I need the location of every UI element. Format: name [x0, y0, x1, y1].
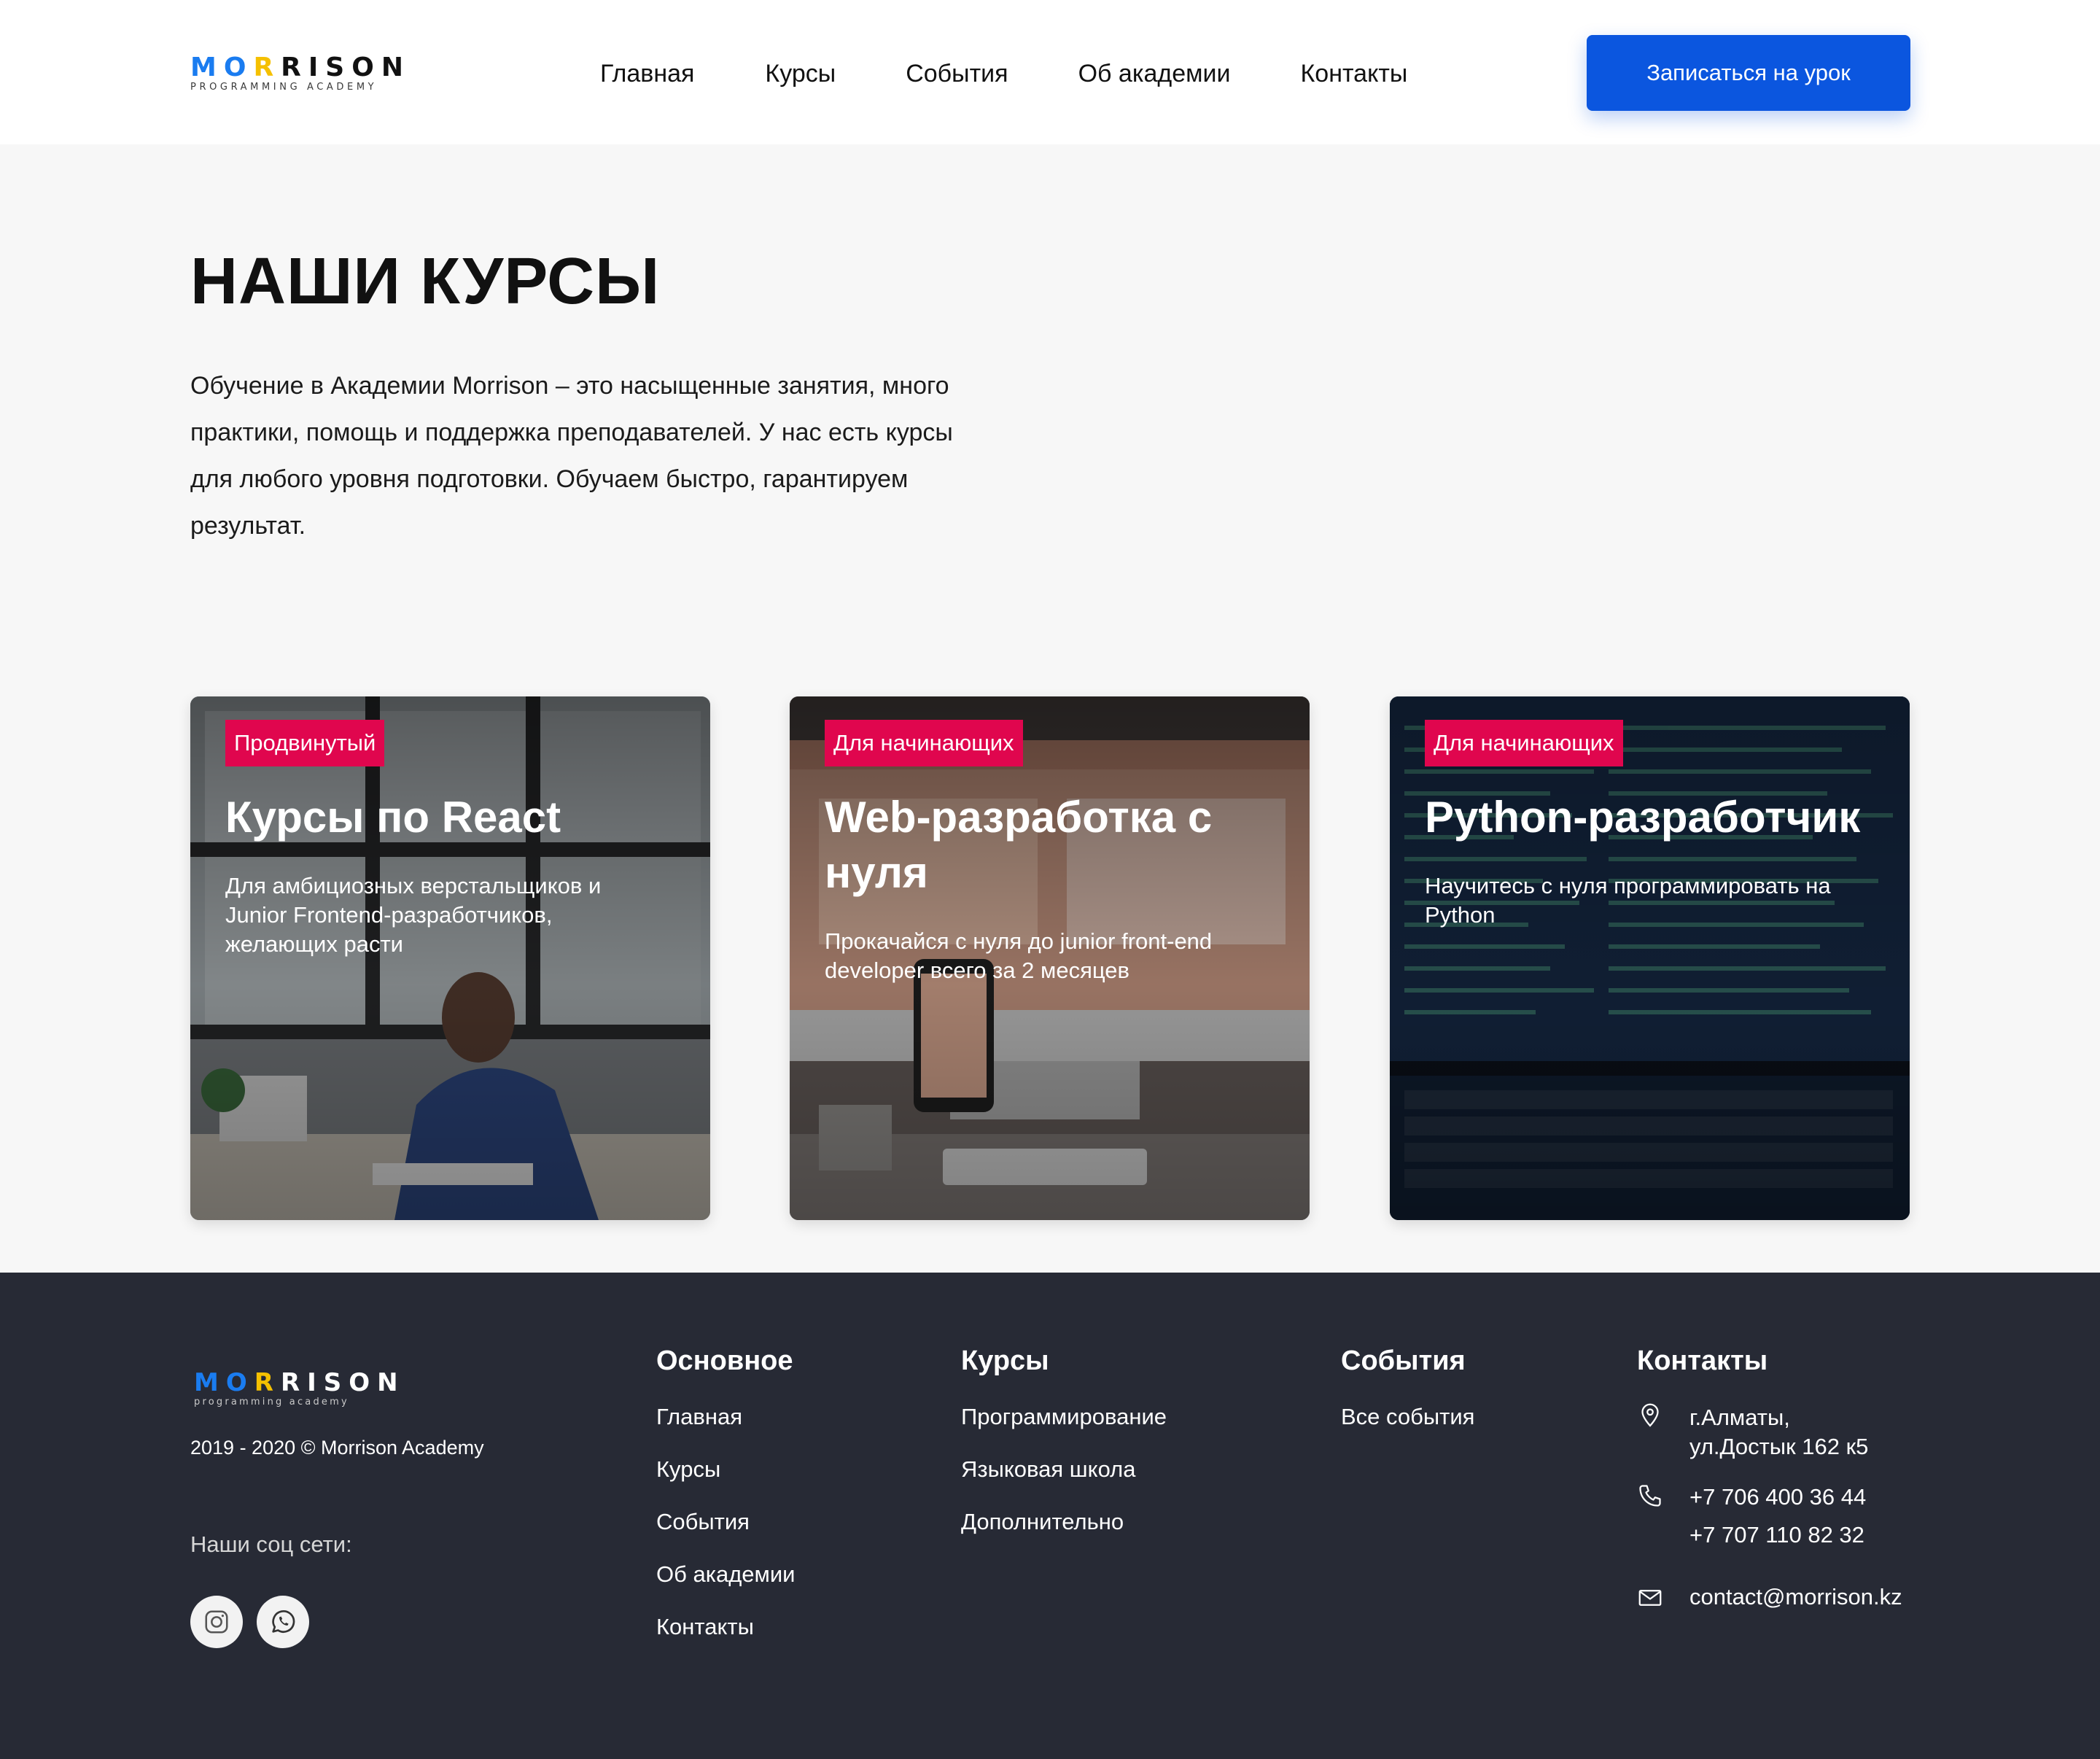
copyright: 2019 - 2020 © Morrison Academy — [190, 1437, 484, 1459]
social-label: Наши соц сети: — [190, 1531, 352, 1557]
course-description: Научитесь с нуля программировать на Pyth… — [1425, 871, 1877, 930]
footer-link-contacts[interactable]: Контакты — [656, 1614, 754, 1640]
intro-line: практики, помощь и поддержка преподавате… — [190, 419, 953, 446]
page-title: НАШИ КУРСЫ — [190, 245, 661, 318]
footer-link-language-school[interactable]: Языковая школа — [961, 1456, 1135, 1483]
footer-link-additional[interactable]: Дополнительно — [961, 1509, 1124, 1535]
course-description-line: Прокачайся с нуля до junior front-end — [825, 928, 1213, 954]
nav-link-contacts[interactable]: Контакты — [1300, 57, 1407, 90]
intro-line: Обучение в Академии Morrison – это насыщ… — [190, 372, 949, 400]
mail-icon — [1638, 1590, 1662, 1606]
course-description-line: Научитесь с нуля программировать на — [1425, 873, 1831, 898]
course-description-line: желающих расти — [225, 931, 403, 957]
nav-link-home[interactable]: Главная — [600, 57, 694, 90]
footer-link-all-events[interactable]: Все события — [1341, 1404, 1474, 1430]
instagram-icon — [205, 1610, 228, 1634]
footer-events-title: События — [1341, 1346, 1466, 1376]
course-title-line: Web-разработка с — [825, 793, 1213, 842]
location-pin-icon — [1641, 1403, 1659, 1427]
intro-line: для любого уровня подготовки. Обучаем бы… — [190, 465, 909, 493]
footer-main-title: Основное — [656, 1346, 793, 1376]
nav-link-courses[interactable]: Курсы — [765, 57, 836, 90]
intro-line: результат. — [190, 512, 306, 540]
logo-wordmark: MORRISON — [194, 1368, 405, 1397]
address-line: г.Алматы, — [1689, 1405, 1790, 1430]
course-title: Python-разработчик — [1425, 793, 1861, 842]
footer-logo[interactable]: MORRISON programming academy — [194, 1370, 405, 1407]
contact-email[interactable]: contact@morrison.kz — [1689, 1583, 1902, 1612]
course-description-line: Junior Frontend-разработчиков, — [225, 902, 553, 928]
contact-address: г.Алматы, ул.Достык 162 к5 — [1689, 1403, 1868, 1461]
whatsapp-icon — [272, 1609, 295, 1633]
footer-link-events[interactable]: События — [656, 1509, 750, 1535]
course-description-line: developer всего за 2 месяцев — [825, 958, 1129, 983]
main-nav: Главная Курсы События Об академии Контак… — [600, 57, 1407, 90]
intro-text: Обучение в Академии Morrison – это насыщ… — [190, 362, 1065, 549]
course-description-line: Python — [1425, 902, 1496, 928]
course-description-line: Для амбициозных верстальщиков и — [225, 873, 602, 898]
footer-link-programming[interactable]: Программирование — [961, 1404, 1167, 1430]
level-badge: Для начинающих — [1425, 720, 1623, 766]
footer-courses-title: Курсы — [961, 1346, 1049, 1376]
contact-phones: +7 706 400 36 44 +7 707 110 82 32 — [1689, 1483, 1866, 1550]
phone-number[interactable]: +7 707 110 82 32 — [1689, 1521, 1866, 1550]
nav-link-about[interactable]: Об академии — [1078, 57, 1231, 90]
footer-contacts-title: Контакты — [1637, 1346, 1768, 1376]
whatsapp-button[interactable] — [257, 1596, 309, 1648]
footer-link-courses[interactable]: Курсы — [656, 1456, 720, 1483]
level-badge: Для начинающих — [825, 720, 1023, 766]
footer-link-home[interactable]: Главная — [656, 1404, 742, 1430]
card-overlay — [1390, 696, 1910, 1220]
course-card-python[interactable]: Для начинающих Python-разработчик Научит… — [1390, 696, 1910, 1220]
address-line: ул.Достык 162 к5 — [1689, 1434, 1869, 1459]
logo[interactable]: MORRISON PROGRAMMING ACADEMY — [190, 53, 453, 93]
logo-wordmark: MORRISON — [190, 53, 411, 82]
course-title-line: нуля — [825, 848, 928, 897]
footer-link-about[interactable]: Об академии — [656, 1561, 795, 1588]
course-description: Прокачайся с нуля до junior front-end de… — [825, 927, 1277, 985]
course-title: Web-разработка с нуля — [825, 790, 1291, 901]
course-description: Для амбициозных верстальщиков и Junior F… — [225, 871, 677, 959]
course-title: Курсы по React — [225, 793, 561, 842]
signup-button[interactable]: Записаться на урок — [1587, 35, 1910, 111]
level-badge: Продвинутый — [225, 720, 385, 766]
course-card-react[interactable]: Продвинутый Курсы по React Для амбициозн… — [190, 696, 710, 1220]
phone-number[interactable]: +7 706 400 36 44 — [1689, 1483, 1866, 1512]
logo-subtitle: PROGRAMMING ACADEMY — [190, 82, 378, 93]
nav-link-events[interactable]: События — [906, 57, 1008, 90]
instagram-button[interactable] — [190, 1596, 243, 1648]
site-header: MORRISON PROGRAMMING ACADEMY Главная Кур… — [0, 0, 2100, 144]
course-card-web[interactable]: Для начинающих Web-разработка с нуля Про… — [790, 696, 1310, 1220]
logo-subtitle: programming academy — [194, 1397, 349, 1407]
phone-icon — [1639, 1485, 1661, 1507]
site-footer: MORRISON programming academy 2019 - 2020… — [0, 1273, 2100, 1759]
